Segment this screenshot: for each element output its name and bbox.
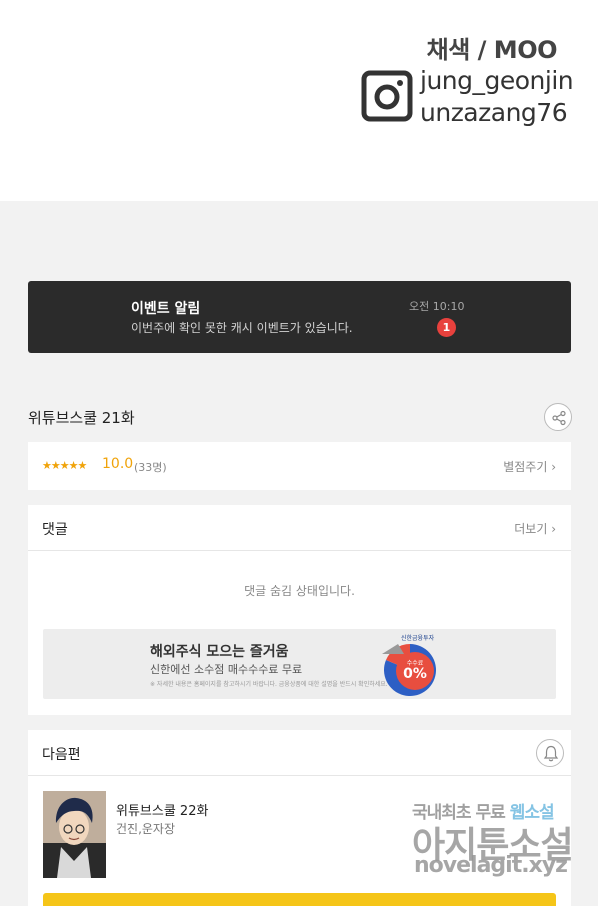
- rating-card: ★★★★★ 10.0 (33명) 별점주기 ›: [28, 442, 571, 490]
- next-episode-button[interactable]: [43, 893, 556, 906]
- ad-subline: 신한에선 소수점 매수수수료 무료: [150, 663, 303, 676]
- comments-more-button[interactable]: 더보기 ›: [514, 520, 556, 537]
- next-title: 다음편: [42, 747, 81, 763]
- instagram-icon: [361, 70, 413, 122]
- event-badge: 1: [437, 318, 456, 337]
- rating-stars: ★★★★★: [42, 459, 87, 472]
- ad-fine-print: ※ 자세한 내용은 홈페이지를 참고하시기 바랍니다. 금융상품에 대한 설명을…: [150, 681, 388, 688]
- ad-pie-graphic: 수수료 0%: [382, 644, 436, 696]
- rate-button[interactable]: 별점주기 ›: [503, 458, 556, 475]
- notify-button[interactable]: [536, 739, 564, 767]
- rating-votes: (33명): [134, 461, 167, 474]
- watermark-line-3: novelagit.xyz: [414, 853, 568, 878]
- credit-artist: 채색 / MOO: [426, 36, 558, 64]
- ad-graphic-zero: 0%: [403, 666, 427, 682]
- instagram-handle: jung_geonjin: [420, 66, 574, 95]
- next-header: 다음편: [28, 730, 571, 776]
- instagram-handle: unzazang76: [420, 98, 568, 127]
- credits-panel: 채색 / MOO jung_geonjin unzazang76: [0, 0, 598, 201]
- share-icon: [552, 410, 566, 426]
- bell-icon: [543, 745, 559, 762]
- event-notification[interactable]: 이벤트 알림 이번주에 확인 못한 캐시 이벤트가 있습니다. 오전 10:10…: [28, 281, 571, 353]
- event-title: 이벤트 알림: [131, 301, 201, 317]
- share-button[interactable]: [544, 403, 572, 431]
- next-episode-thumbnail[interactable]: [43, 791, 106, 878]
- ad-headline: 해외주식 모으는 즐거움: [150, 644, 289, 660]
- comments-title: 댓글: [42, 522, 68, 538]
- next-episode-authors: 건진,운자장: [116, 822, 176, 836]
- comments-hidden-message: 댓글 숨김 상태입니다.: [244, 584, 355, 598]
- event-time: 오전 10:10: [409, 300, 465, 313]
- event-description: 이번주에 확인 못한 캐시 이벤트가 있습니다.: [131, 321, 353, 335]
- ad-banner[interactable]: 해외주식 모으는 즐거움 신한에선 소수점 매수수수료 무료 ※ 자세한 내용은…: [43, 629, 556, 699]
- comments-header: 댓글 더보기 ›: [28, 505, 571, 551]
- rating-score: 10.0: [102, 456, 134, 472]
- comments-card: 댓글 더보기 › 댓글 숨김 상태입니다. 해외주식 모으는 즐거움 신한에선 …: [28, 505, 571, 715]
- next-episode-title[interactable]: 위튜브스쿨 22화: [116, 800, 208, 819]
- episode-title: 위튜브스쿨 21화: [28, 409, 135, 427]
